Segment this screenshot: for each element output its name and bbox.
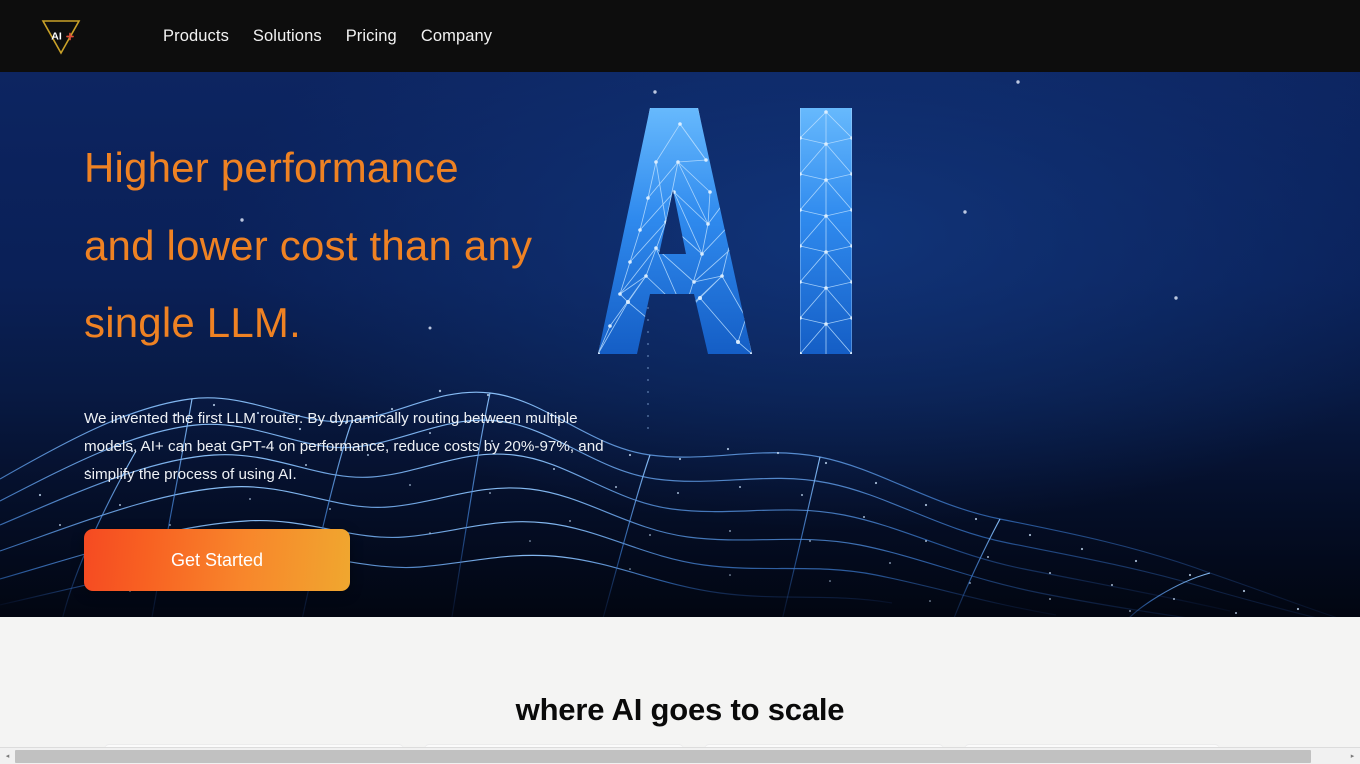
primary-nav-links: Products Solutions Pricing Company — [163, 0, 492, 72]
hero-paragraph: We invented the first LLM router. By dyn… — [84, 410, 604, 483]
hero-content: Higher performance and lower cost than a… — [0, 72, 1360, 617]
hero-heading-line-2: and lower cost than any — [84, 221, 533, 269]
scrollbar-right-arrow-icon[interactable]: ▸ — [1345, 747, 1360, 764]
scrollbar-track[interactable] — [15, 747, 1345, 764]
nav-item-solutions[interactable]: Solutions — [253, 24, 322, 49]
brand-logo[interactable]: AI — [38, 14, 84, 58]
top-navigation-bar: AI Products Solutions Pricing Company Do… — [0, 0, 1360, 72]
hero-section: Higher performance and lower cost than a… — [0, 72, 1360, 617]
scrollbar-thumb[interactable] — [15, 749, 1311, 763]
nav-item-products[interactable]: Products — [163, 24, 229, 49]
page-root: AI Products Solutions Pricing Company Do… — [0, 0, 1360, 764]
svg-text:AI: AI — [51, 31, 62, 43]
scale-section: where AI goes to scale — [0, 617, 1360, 747]
ai-plus-triangle-logo-icon: AI — [41, 20, 81, 55]
scrollbar-left-arrow-icon[interactable]: ◂ — [0, 747, 15, 764]
nav-item-pricing[interactable]: Pricing — [346, 24, 397, 49]
nav-item-company[interactable]: Company — [421, 24, 492, 49]
hero-heading: Higher performance and lower cost than a… — [84, 129, 624, 362]
hero-heading-line-1: Higher performance — [84, 144, 459, 191]
get-started-button[interactable]: Get Started — [84, 529, 350, 591]
hero-heading-line-3: single LLM. — [84, 299, 301, 346]
scale-section-title: where AI goes to scale — [515, 692, 845, 727]
horizontal-scrollbar[interactable]: ◂ ▸ — [0, 747, 1360, 764]
